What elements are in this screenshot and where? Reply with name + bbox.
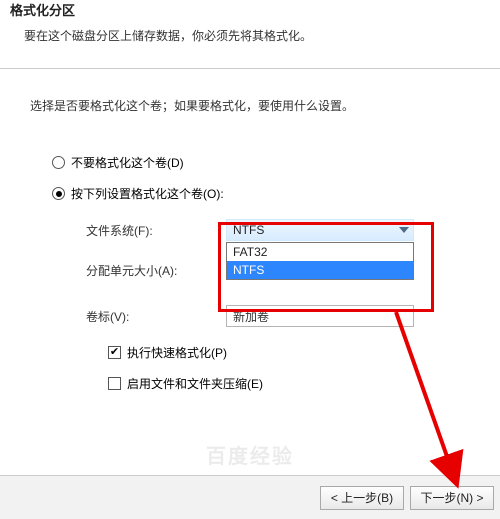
chevron-down-icon <box>399 227 409 233</box>
filesystem-dropdown[interactable]: FAT32 NTFS <box>226 242 414 280</box>
filesystem-option-ntfs[interactable]: NTFS <box>227 261 413 279</box>
allocation-size-label: 分配单元大小(A): <box>86 262 226 279</box>
filesystem-combobox[interactable]: NTFS <box>226 219 414 241</box>
next-button[interactable]: 下一步(N) > <box>410 486 494 510</box>
radio-icon <box>52 156 65 169</box>
wizard-footer: < 上一步(B) 下一步(N) > <box>0 475 500 519</box>
back-button[interactable]: < 上一步(B) <box>320 486 404 510</box>
radio-no-format[interactable]: 不要格式化这个卷(D) <box>52 154 480 171</box>
quick-format-checkbox[interactable]: 执行快速格式化(P) <box>108 344 480 361</box>
instruction-text: 选择是否要格式化这个卷；如果要格式化，要使用什么设置。 <box>30 97 480 114</box>
radio-label: 按下列设置格式化这个卷(O): <box>71 185 224 202</box>
page-title: 格式化分区 <box>10 0 480 19</box>
volume-label-label: 卷标(V): <box>86 308 226 325</box>
volume-label-value: 新加卷 <box>233 308 269 325</box>
checkbox-label: 启用文件和文件夹压缩(E) <box>127 375 263 392</box>
page-subtitle: 要在这个磁盘分区上储存数据，你必须先将其格式化。 <box>10 19 480 44</box>
enable-compression-checkbox[interactable]: 启用文件和文件夹压缩(E) <box>108 375 480 392</box>
filesystem-option-fat32[interactable]: FAT32 <box>227 243 413 261</box>
filesystem-value: NTFS <box>233 223 264 237</box>
checkbox-icon <box>108 377 121 390</box>
checkbox-label: 执行快速格式化(P) <box>127 344 227 361</box>
filesystem-label: 文件系统(F): <box>86 222 226 239</box>
volume-label-input[interactable]: 新加卷 <box>226 305 414 327</box>
radio-icon <box>52 187 65 200</box>
radio-format-with-settings[interactable]: 按下列设置格式化这个卷(O): <box>52 185 480 202</box>
checkbox-icon <box>108 346 121 359</box>
radio-label: 不要格式化这个卷(D) <box>71 154 184 171</box>
watermark: 百度经验 <box>0 440 500 469</box>
